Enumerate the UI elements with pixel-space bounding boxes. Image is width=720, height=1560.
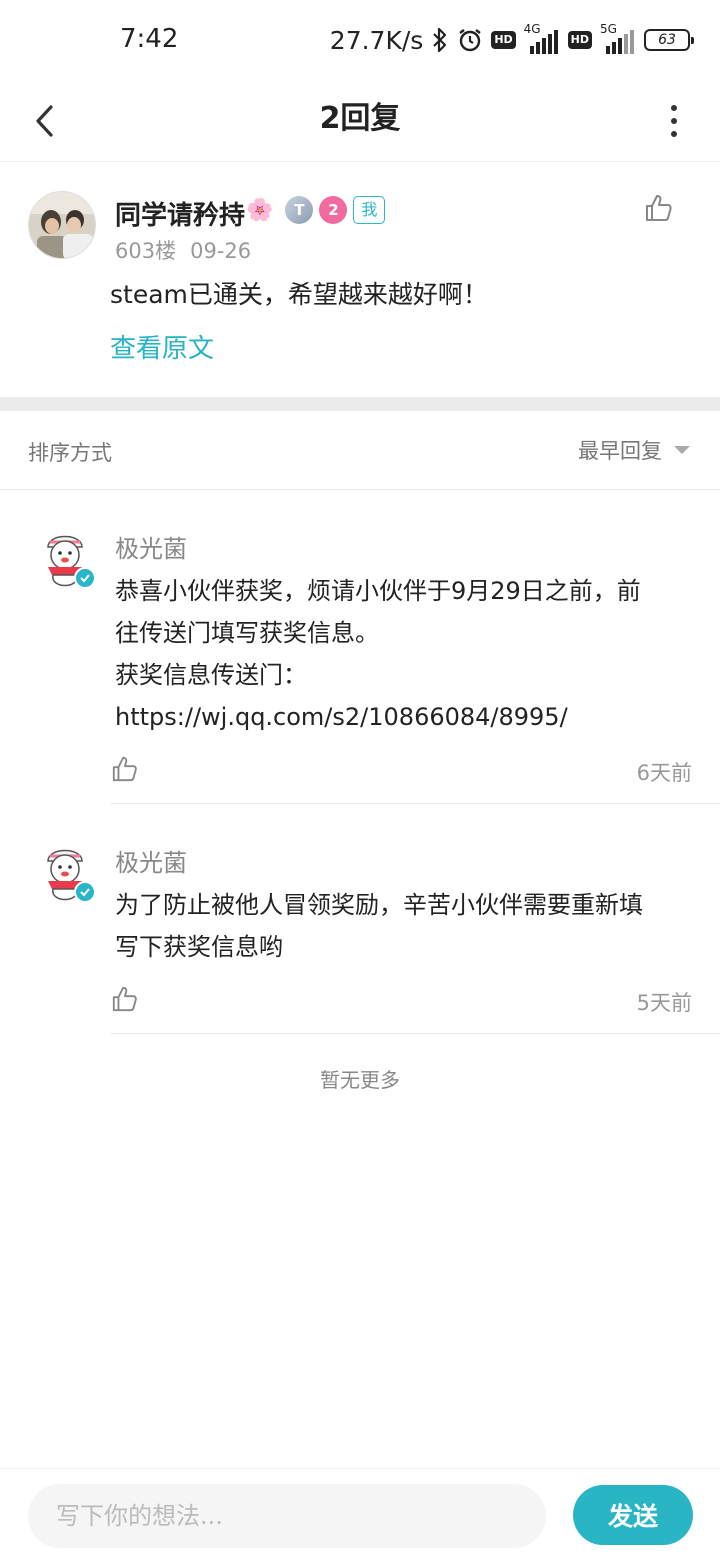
thumb-up-icon (112, 756, 137, 782)
post-content: steam已通关，希望越来越好啊！ (110, 280, 488, 309)
status-bar: 7:42 27.7K/s HD 4G HD 5G 63 (0, 0, 720, 80)
hd-icon: HD (491, 31, 516, 49)
title-badge: T (285, 196, 314, 224)
post-meta: 603楼 09-26 (115, 235, 251, 265)
like-button[interactable] (111, 755, 139, 783)
hd-icon: HD (567, 31, 592, 49)
level-badge: 2 (319, 196, 348, 224)
view-original-link[interactable]: 查看原文 (110, 328, 214, 365)
bottom-bar: 发送 (0, 1468, 720, 1560)
page-title: 2回复 (319, 101, 401, 136)
post-date: 09-26 (190, 239, 252, 263)
verified-icon (74, 567, 96, 589)
like-button[interactable] (644, 193, 674, 223)
send-button[interactable]: 发送 (573, 1485, 693, 1545)
no-more-text: 暂无更多 (320, 1068, 400, 1092)
avatar[interactable] (40, 843, 96, 909)
divider (110, 1033, 720, 1034)
avatar[interactable] (40, 529, 96, 595)
thumb-up-icon (646, 195, 672, 221)
reply-time: 5天前 (636, 991, 692, 1015)
battery-icon: 63 (644, 29, 694, 51)
user-badges: 🌸 T 2 我 (246, 196, 386, 224)
me-tag: 我 (353, 196, 386, 224)
floor-number: 603楼 (115, 239, 177, 263)
sort-value: 最早回复 (578, 439, 662, 463)
like-button[interactable] (111, 985, 139, 1013)
sort-label: 排序方式 (28, 441, 112, 465)
status-time: 7:42 (120, 24, 179, 54)
net-speed: 27.7K/s (329, 25, 424, 55)
signal-4g-icon: 4G (524, 22, 560, 54)
reply-content: 为了防止被他人冒领奖励，辛苦小伙伴需要重新填 写下获奖信息哟 (115, 891, 643, 961)
sort-bar: 排序方式 最早回复 (0, 411, 720, 490)
flower-icon: 🌸 (246, 197, 274, 223)
caret-down-icon (674, 446, 690, 454)
bluetooth-icon (431, 26, 449, 54)
reply-content: 恭喜小伙伴获奖，烦请小伙伴于9月29日之前，前 往传送门填写获奖信息。 获奖信息… (115, 570, 695, 738)
reply-time: 6天前 (636, 761, 692, 785)
more-vertical-icon (671, 105, 677, 111)
reply-item: 极光菌 恭喜小伙伴获奖，烦请小伙伴于9月29日之前，前 往传送门填写获奖信息。 … (0, 491, 720, 805)
battery-level: 63 (658, 32, 676, 48)
section-divider (0, 397, 720, 411)
reply-username[interactable]: 极光菌 (115, 529, 187, 564)
nav-bar: 2回复 (0, 80, 720, 162)
more-button[interactable] (662, 98, 686, 144)
post-username[interactable]: 同学请矜持 (115, 195, 245, 232)
thumb-up-icon (112, 986, 137, 1012)
sort-dropdown[interactable]: 最早回复 (578, 435, 690, 465)
reply-item: 极光菌 为了防止被他人冒领奖励，辛苦小伙伴需要重新填 写下获奖信息哟 5天前 (0, 805, 720, 1035)
comment-input[interactable] (28, 1484, 546, 1548)
status-icons: 27.7K/s HD 4G HD 5G 63 (329, 22, 694, 58)
alarm-icon (457, 27, 483, 53)
original-post: 同学请矜持 🌸 T 2 我 603楼 09-26 steam已通关，希望越来越好啊… (0, 163, 720, 397)
reply-username[interactable]: 极光菌 (115, 843, 187, 878)
signal-5g-icon: 5G (600, 22, 636, 54)
avatar[interactable] (28, 191, 96, 259)
reply-link[interactable]: https://wj.qq.com/s2/10866084/8995/ (115, 696, 695, 738)
divider (110, 803, 720, 804)
verified-icon (74, 881, 96, 903)
